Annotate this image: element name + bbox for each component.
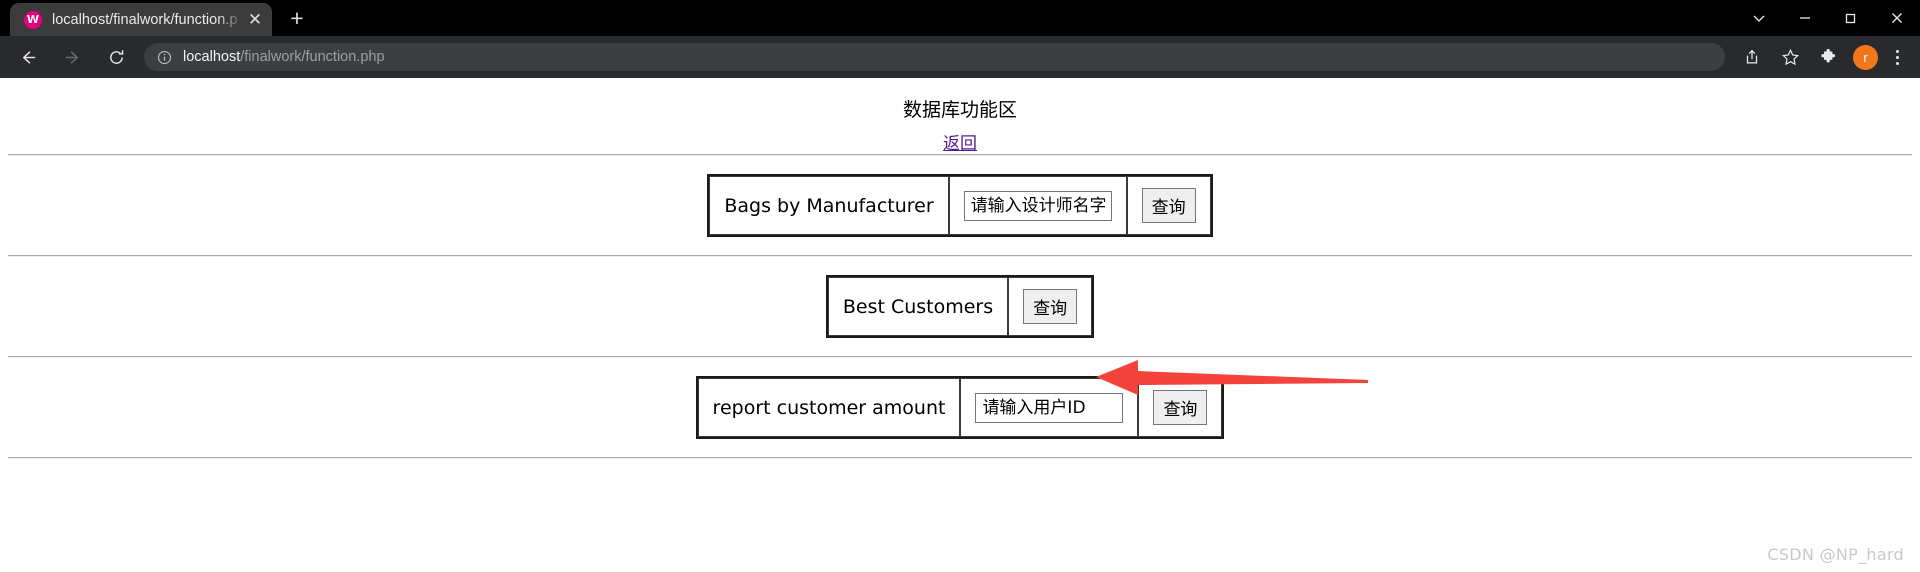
function-row-3: report customer amount 查询 <box>0 358 1920 457</box>
bookmark-star-icon[interactable] <box>1775 42 1805 72</box>
tab-strip: W localhost/finalwork/function.p ✕ + <box>0 0 314 36</box>
page-title: 数据库功能区 <box>902 99 1017 121</box>
profile-avatar[interactable]: r <box>1853 44 1878 70</box>
row-button-cell-3: 查询 <box>1138 378 1223 437</box>
row-button-cell-1: 查询 <box>1126 176 1211 235</box>
table-row: report customer amount 查询 <box>697 378 1223 437</box>
report-customer-amount-table: report customer amount 查询 <box>695 376 1225 439</box>
chevron-down-icon[interactable] <box>1736 0 1782 36</box>
best-customers-table: Best Customers 查询 <box>825 275 1095 338</box>
page-viewport: 数据库功能区 返回 Bags by Manufacturer 查询 <box>0 78 1920 572</box>
url-path: /finalwork/function.php <box>240 49 385 65</box>
browser-toolbar: localhost/finalwork/function.php r <box>0 36 1920 78</box>
site-info-icon[interactable] <box>156 49 173 66</box>
close-window-icon[interactable] <box>1874 0 1920 36</box>
row-button-cell-2: 查询 <box>1008 277 1093 336</box>
browser-menu-icon[interactable] <box>1884 42 1910 72</box>
query-button-2[interactable]: 查询 <box>1023 289 1078 324</box>
row-label-1: Bags by Manufacturer <box>709 176 949 235</box>
row-label-2: Best Customers <box>827 277 1009 336</box>
function-row-1: Bags by Manufacturer 查询 <box>0 156 1920 255</box>
row-input-cell-3 <box>960 378 1139 437</box>
browser-tab[interactable]: W localhost/finalwork/function.p ✕ <box>10 3 272 36</box>
row-input-cell-1 <box>948 176 1127 235</box>
table-row: Bags by Manufacturer 查询 <box>709 176 1211 235</box>
tab-title: localhost/finalwork/function.p <box>52 11 238 28</box>
back-link[interactable]: 返回 <box>943 134 977 154</box>
divider-4 <box>8 457 1912 459</box>
maximize-icon[interactable] <box>1828 0 1874 36</box>
back-link-container: 返回 <box>0 129 1920 154</box>
designer-name-input[interactable] <box>963 190 1112 221</box>
share-icon[interactable] <box>1737 42 1767 72</box>
url-host: localhost <box>183 49 241 65</box>
query-button-1[interactable]: 查询 <box>1141 188 1196 223</box>
query-button-3[interactable]: 查询 <box>1153 390 1208 425</box>
function-row-2: Best Customers 查询 <box>0 257 1920 356</box>
browser-window: W localhost/finalwork/function.p ✕ + loc… <box>0 0 1920 572</box>
minimize-icon[interactable] <box>1782 0 1828 36</box>
close-tab-icon[interactable]: ✕ <box>244 9 266 31</box>
window-controls <box>1736 0 1920 36</box>
reload-icon[interactable] <box>100 41 132 73</box>
bags-by-manufacturer-table: Bags by Manufacturer 查询 <box>707 174 1213 237</box>
url-text: localhost/finalwork/function.php <box>183 49 385 65</box>
table-row: Best Customers 查询 <box>827 277 1093 336</box>
new-tab-button[interactable]: + <box>280 1 314 35</box>
forward-icon[interactable] <box>56 41 88 73</box>
address-bar[interactable]: localhost/finalwork/function.php <box>144 43 1725 71</box>
wamp-favicon-icon: W <box>24 10 42 29</box>
browser-title-bar: W localhost/finalwork/function.p ✕ + <box>0 0 1920 36</box>
back-icon[interactable] <box>12 41 44 73</box>
csdn-watermark: CSDN @NP_hard <box>1767 545 1904 564</box>
row-label-3: report customer amount <box>697 378 961 437</box>
customer-id-input[interactable] <box>975 392 1124 423</box>
extensions-puzzle-icon[interactable] <box>1813 42 1843 72</box>
